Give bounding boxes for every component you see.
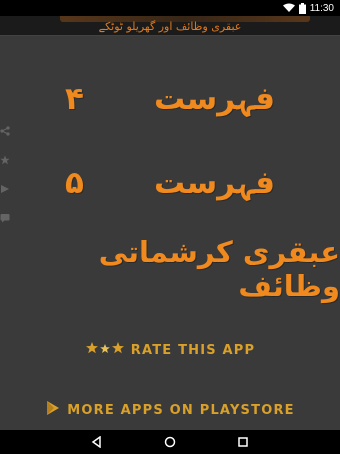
rate-app-button[interactable]: RATE THIS APP [0,338,340,362]
navigation-bar [0,430,340,454]
message-icon[interactable] [0,208,14,227]
menu-item-wazaif[interactable]: عبقری کرشماتی وظائف [0,235,340,303]
menu-item-list-5[interactable]: فہرست ۵ [0,163,340,203]
menu-item-list-4[interactable]: فہرست ۴ [0,79,340,119]
battery-icon [298,2,306,14]
menu-item-number: ۵ [65,165,84,201]
rate-app-label: RATE THIS APP [130,342,256,358]
wifi-icon [282,3,295,13]
menu-item-number: ۴ [65,81,84,117]
menu-item-label: عبقری کرشماتی وظائف [98,235,340,303]
app-header: عبقری وظائف اور گھریلو ٹوٹکے [0,16,340,36]
main-content: فہرست ۴ فہرست ۵ عبقری کرشماتی وظائف RATE… [0,37,340,430]
rating-stars-icon [85,341,125,359]
more-apps-label: MORE APPS ON PLAYSTORE [67,402,295,418]
more-apps-button[interactable]: MORE APPS ON PLAYSTORE [0,398,340,422]
share-icon[interactable] [0,121,14,140]
playstore-icon [45,400,61,420]
recents-icon[interactable] [237,436,249,448]
status-bar: 11:30 [0,0,340,16]
menu-item-label: فہرست [153,165,275,201]
status-time: 11:30 [309,2,334,14]
menu-item-label: فہرست [153,81,275,117]
back-icon[interactable] [91,436,103,448]
home-icon[interactable] [164,436,176,448]
header-title: عبقری وظائف اور گھریلو ٹوٹکے [98,20,242,33]
